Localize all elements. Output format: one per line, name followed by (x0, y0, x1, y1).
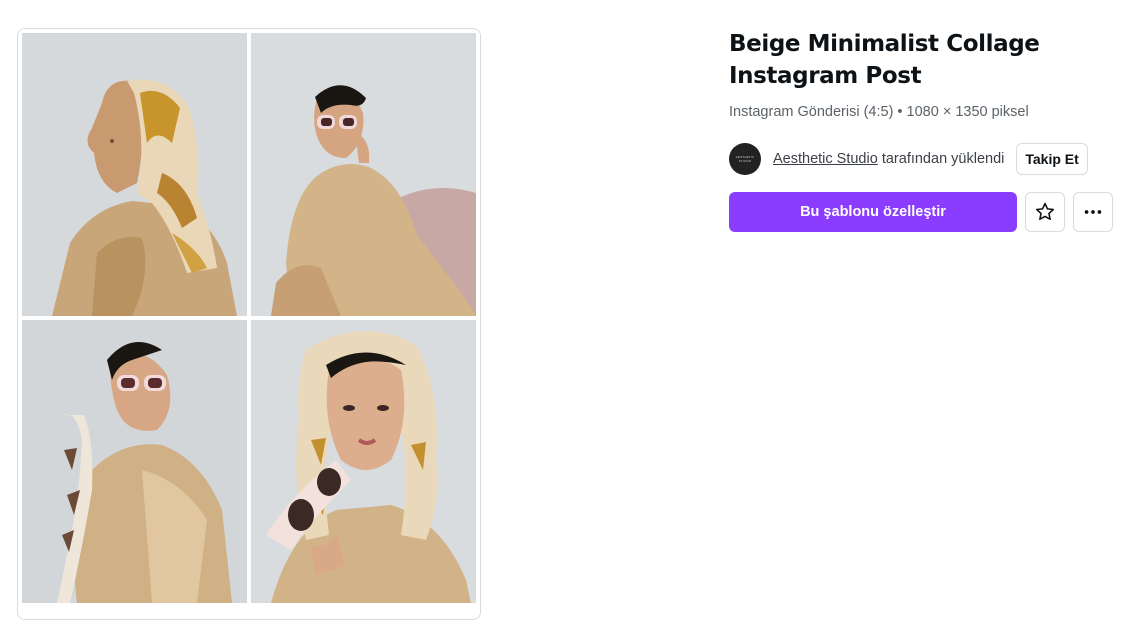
photo-scarf-profile (22, 33, 247, 316)
template-preview[interactable] (17, 28, 481, 620)
customize-template-button[interactable]: Bu şablonu özelleştir (729, 192, 1017, 232)
follow-button[interactable]: Takip Et (1016, 143, 1088, 175)
author-credit: Aesthetic Studio tarafından yüklendi (773, 151, 1004, 167)
template-info-panel: Beige Minimalist Collage Instagram Post … (729, 28, 1119, 232)
more-horizontal-icon (1084, 210, 1102, 214)
photo-sunglasses-over-shoulder-image (22, 320, 247, 603)
star-icon (1035, 202, 1055, 221)
favorite-button[interactable] (1025, 192, 1065, 232)
uploaded-by-text: tarafından yüklendi (881, 151, 1005, 167)
photo-sunglasses-seated (251, 33, 476, 316)
template-actions: Bu şablonu özelleştir (729, 192, 1119, 232)
more-options-button[interactable] (1073, 192, 1113, 232)
photo-holding-sunglasses (251, 320, 476, 603)
template-meta: Instagram Gönderisi (4:5) • 1080 × 1350 … (729, 104, 1029, 120)
author-avatar-logo: AESTHETIC STUDIO (735, 155, 755, 163)
photo-scarf-profile-image (22, 33, 247, 316)
photo-sunglasses-over-shoulder (22, 320, 247, 603)
collage-grid (22, 33, 477, 619)
photo-holding-sunglasses-image (251, 320, 476, 603)
author-avatar[interactable]: AESTHETIC STUDIO (729, 143, 761, 175)
author-row: AESTHETIC STUDIO Aesthetic Studio tarafı… (729, 142, 1119, 176)
template-title: Beige Minimalist Collage Instagram Post (729, 31, 1040, 89)
author-name-link[interactable]: Aesthetic Studio (773, 151, 878, 167)
photo-sunglasses-seated-image (251, 33, 476, 316)
